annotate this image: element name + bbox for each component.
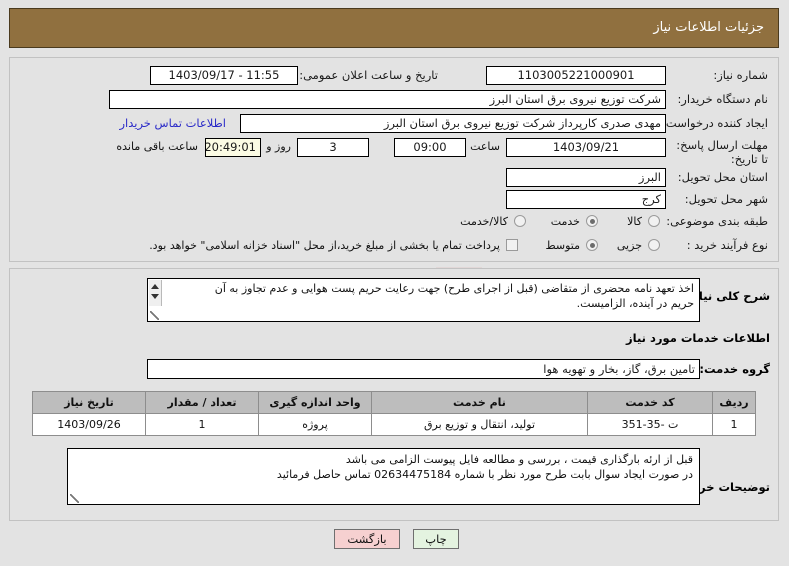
delivery-city-label: شهر محل تحویل: [684, 192, 768, 206]
details-panel: شرح کلی نیاز: اخذ تعهد نامه محضری از متق… [9, 268, 779, 521]
remaining-days-unit-label: روز و [266, 140, 291, 153]
table-row: 1 ت -35-351 تولید، انتقال و توزیع برق پر… [32, 413, 756, 436]
radio-purchase-jozi-label: جزیی [616, 239, 642, 252]
remaining-time-label: ساعت باقی مانده [116, 140, 198, 153]
th-radif: ردیف [712, 391, 756, 414]
service-items-table: ردیف کد خدمت نام خدمت واحد اندازه گیری ت… [32, 391, 756, 436]
buyer-contact-link[interactable]: اطلاعات تماس خریدار [119, 116, 226, 130]
treasury-bonds-label: پرداخت تمام یا بخشی از مبلغ خرید،از محل … [149, 239, 500, 252]
remaining-time-value: 20:49:01 [205, 138, 261, 157]
services-section-heading: اطلاعات خدمات مورد نیاز [626, 331, 770, 345]
deadline-time-label: ساعت [470, 140, 500, 153]
resize-grip-icon[interactable] [150, 311, 159, 320]
page-title: جزئیات اطلاعات نیاز [653, 20, 764, 35]
radio-purchase-motavaset-label: متوسط [545, 239, 580, 252]
need-number-label: شماره نیاز: [713, 68, 768, 82]
buyer-notes-line-1: قبل از ارئه بارگذاری قیمت ، بررسی و مطال… [345, 453, 693, 466]
delivery-city-value: کرج [506, 190, 666, 209]
deadline-time-value: 09:00 [394, 138, 466, 157]
summary-panel: شماره نیاز: 1103005221000901 تاریخ و ساع… [9, 57, 779, 262]
radio-purchase-motavaset[interactable] [586, 239, 598, 251]
service-group-value: تامین برق، گاز، بخار و تهویه هوا [147, 359, 700, 379]
radio-category-kala[interactable] [648, 215, 660, 227]
service-group-label: گروه خدمت: [699, 362, 770, 376]
radio-purchase-jozi[interactable] [648, 239, 660, 251]
subject-category-label: طبقه بندی موضوعی: [666, 214, 768, 228]
delivery-province-value: البرز [506, 168, 666, 187]
cell-quantity: 1 [145, 413, 259, 436]
need-description-line-1: اخذ تعهد نامه محضری از متقاضی (قبل از اج… [214, 282, 694, 295]
radio-category-kala-khedmat-label: کالا/خدمت [460, 215, 508, 228]
remaining-days-value: 3 [297, 138, 369, 157]
deadline-date-value: 1403/09/21 [506, 138, 666, 157]
radio-category-khedmat-label: خدمت [550, 215, 580, 228]
need-description-label: شرح کلی نیاز: [687, 289, 770, 303]
requester-label: ایجاد کننده درخواست: [662, 116, 768, 130]
cell-need-date: 1403/09/26 [32, 413, 146, 436]
cell-service-code: ت -35-351 [587, 413, 713, 436]
textarea-scrollbar[interactable] [149, 280, 162, 306]
buyer-notes-resize-grip-icon[interactable] [70, 494, 79, 503]
th-service-name: نام خدمت [371, 391, 588, 414]
buyer-org-label: نام دستگاه خریدار: [677, 92, 768, 106]
cell-service-name: تولید، انتقال و توزیع برق [371, 413, 588, 436]
purchase-type-label: نوع فرآیند خرید : [686, 238, 768, 252]
table-header-row: ردیف کد خدمت نام خدمت واحد اندازه گیری ت… [32, 391, 756, 414]
need-description-textarea[interactable]: اخذ تعهد نامه محضری از متقاضی (قبل از اج… [147, 278, 700, 322]
back-button[interactable]: بازگشت [334, 529, 400, 549]
print-button[interactable]: چاپ [413, 529, 459, 549]
radio-category-kala-khedmat[interactable] [514, 215, 526, 227]
th-service-code: کد خدمت [587, 391, 713, 414]
treasury-bonds-checkbox[interactable] [506, 239, 518, 251]
buyer-notes-line-2: در صورت ایجاد سوال بابت طرح مورد نظر با … [276, 468, 693, 481]
need-number-value: 1103005221000901 [486, 66, 666, 85]
radio-category-khedmat[interactable] [586, 215, 598, 227]
buyer-org-value: شرکت توزیع نیروی برق استان البرز [109, 90, 666, 109]
deadline-label: مهلت ارسال پاسخ: تا تاریخ: [676, 138, 768, 166]
delivery-province-label: استان محل تحویل: [677, 170, 768, 184]
need-description-line-2: حریم در آینده، الزامیست. [576, 297, 694, 310]
radio-category-kala-label: کالا [627, 215, 642, 228]
th-quantity: تعداد / مقدار [145, 391, 259, 414]
public-announce-label: تاریخ و ساعت اعلان عمومی: [299, 68, 438, 82]
requester-value: مهدی صدری کارپرداز شرکت توزیع نیروی برق … [240, 114, 666, 133]
scroll-down-icon[interactable] [151, 294, 159, 299]
cell-unit: پروژه [258, 413, 372, 436]
window-title-bar: جزئیات اطلاعات نیاز [9, 8, 779, 48]
cell-radif: 1 [712, 413, 756, 436]
scroll-up-icon[interactable] [151, 284, 159, 289]
public-announce-value: 11:55 - 1403/09/17 [150, 66, 298, 85]
th-need-date: تاریخ نیاز [32, 391, 146, 414]
page-root: AriaTender.net جزئیات اطلاعات نیاز شماره… [0, 0, 789, 566]
buyer-notes-textarea[interactable]: قبل از ارئه بارگذاری قیمت ، بررسی و مطال… [67, 448, 700, 505]
th-unit: واحد اندازه گیری [258, 391, 372, 414]
